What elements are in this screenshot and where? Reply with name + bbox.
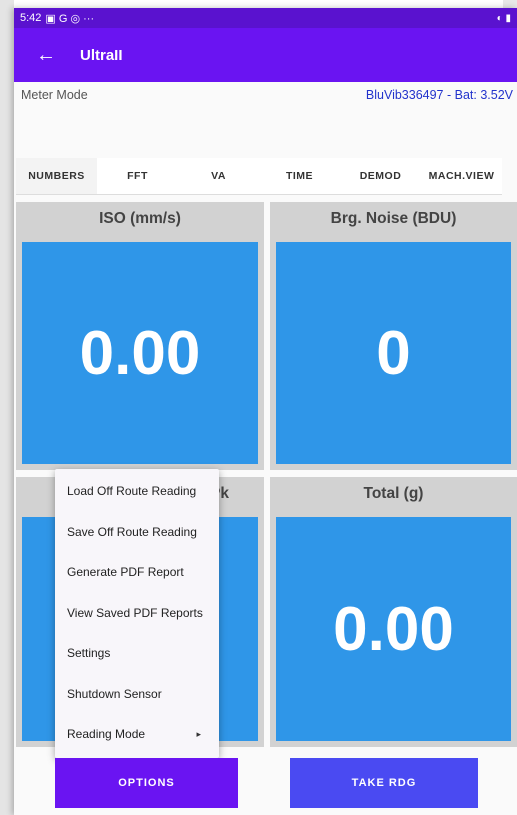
tile-total-g-value: 0.00 [333,594,454,664]
menu-item-save-off-route[interactable]: Save Off Route Reading [55,512,219,553]
device-info: BluVib336497 - Bat: 3.52V [365,88,513,102]
tile-brg-noise-label: Brg. Noise (BDU) [330,210,457,227]
menu-item-shutdown-sensor[interactable]: Shutdown Sensor [55,674,219,715]
menu-item-reading-mode-label: Reading Mode [67,727,146,742]
app-window: 5:42 ▣ G ◎ ··· ◐ ▮ ← UltraII Meter Mode … [14,8,517,815]
options-button[interactable]: OPTIONS [55,758,238,808]
tile-total-g-label: Total (g) [363,485,424,502]
take-rdg-button[interactable]: TAKE RDG [290,758,478,808]
tab-va[interactable]: VA [178,158,259,194]
notification-icons: ▣ G ◎ ··· [45,12,95,25]
menu-item-view-pdf-reports[interactable]: View Saved PDF Reports [55,593,219,634]
tile-iso: ISO (mm/s) 0.00 [16,202,264,470]
tile-total-g-value-box: 0.00 [276,517,511,741]
menu-item-generate-pdf[interactable]: Generate PDF Report [55,552,219,593]
tile-brg-noise-value: 0 [376,318,411,388]
menu-item-settings[interactable]: Settings [55,633,219,674]
tab-numbers[interactable]: NUMBERS [16,158,97,194]
status-time: 5:42 [20,12,42,24]
tile-iso-value: 0.00 [79,318,201,388]
wifi-battery-icons: ◐ ▮ [496,12,511,24]
tab-time[interactable]: TIME [259,158,340,194]
tile-total-g: Total (g) 0.00 [270,477,517,747]
tab-bar: NUMBERS FFT VA TIME DEMOD MACH.VIEW [16,158,502,195]
tab-fft[interactable]: FFT [97,158,178,194]
back-arrow-icon[interactable]: ← [36,45,58,65]
options-menu: Load Off Route Reading Save Off Route Re… [55,469,219,758]
menu-item-reading-mode[interactable]: Reading Mode ▸ [55,714,219,755]
tab-demod[interactable]: DEMOD [340,158,421,194]
window-frame-left [0,0,14,815]
tile-iso-value-box: 0.00 [22,242,258,464]
menu-item-load-off-route[interactable]: Load Off Route Reading [55,471,219,512]
status-bar: 5:42 ▣ G ◎ ··· ◐ ▮ [14,8,517,28]
meter-mode-label: Meter Mode [21,88,88,102]
tile-brg-noise: Brg. Noise (BDU) 0 [270,202,517,470]
app-bar: ← UltraII [14,28,517,82]
tab-mach-view[interactable]: MACH.VIEW [421,158,502,194]
tile-brg-noise-value-box: 0 [276,242,511,464]
info-row: Meter Mode BluVib336497 - Bat: 3.52V [14,82,517,108]
tile-iso-label: ISO (mm/s) [99,210,181,227]
submenu-arrow-icon: ▸ [196,728,201,739]
app-title: UltraII [80,46,123,64]
